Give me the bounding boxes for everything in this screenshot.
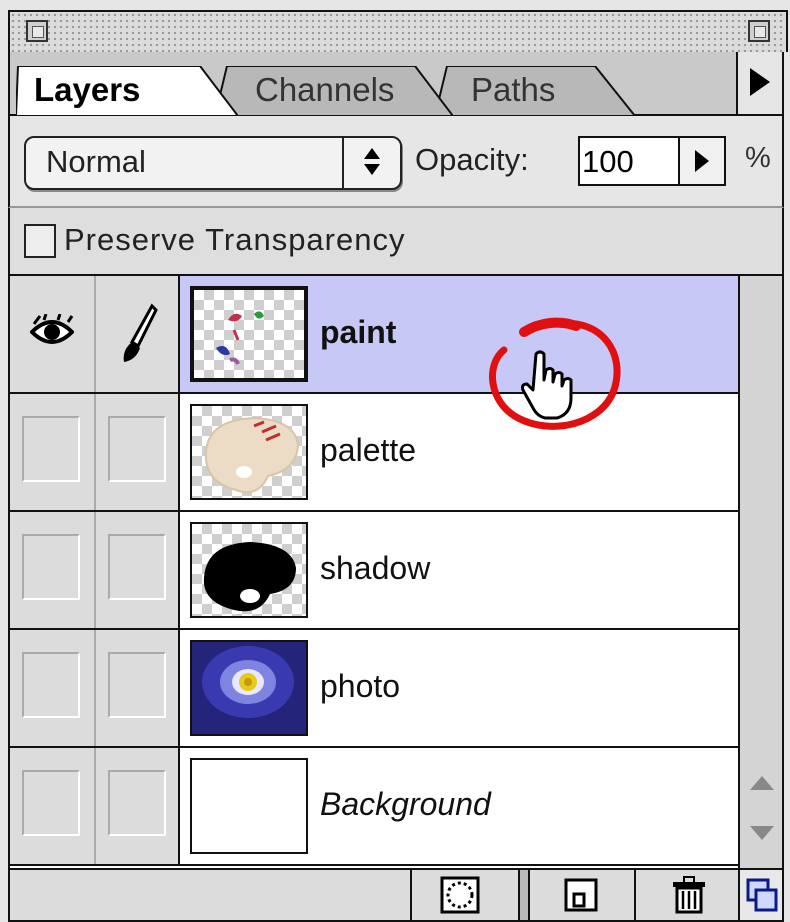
layer-name-cell[interactable]: Background [180,748,738,864]
preserve-transparency-row: Preserve Transparency [8,208,784,276]
blend-mode-value: Normal [46,144,146,179]
resize-icon [746,878,778,912]
visibility-toggle[interactable] [10,748,96,864]
blend-mode-select[interactable]: Normal [24,136,402,190]
layer-name-palette: palette [320,432,417,468]
paintbrush-icon [123,303,158,362]
eye-icon [30,314,74,344]
layer-name-shadow: shadow [320,550,431,586]
edit-lock-toggle[interactable] [96,512,180,628]
tab-layers-label: Layers [34,71,141,108]
zoom-box-icon[interactable] [748,20,770,42]
visibility-box [22,416,80,482]
layer-name-cell[interactable]: photo [180,630,738,746]
tab-paths[interactable]: Paths [435,66,635,116]
opacity-input[interactable]: 100 [578,136,680,186]
tab-paths-label: Paths [471,71,556,108]
visibility-box [22,770,80,836]
layer-thumbnail-paint [190,286,308,382]
select-arrows-icon [342,138,400,188]
brush-box [108,416,166,482]
delete-layer-button[interactable] [634,870,742,920]
tab-bar: Paths Channels Layers [8,52,784,116]
brush-box [108,534,166,600]
palette-title-bar[interactable] [8,10,788,52]
close-box-icon[interactable] [26,20,48,42]
layer-thumbnail-photo [190,640,308,736]
preserve-transparency-checkbox[interactable] [24,224,56,258]
palette-bottom-toolbar [8,868,784,922]
opacity-label: Opacity: [415,142,529,177]
edit-lock-toggle[interactable] [96,394,180,510]
scroll-up-arrow-icon[interactable] [750,776,774,790]
layer-name-cell[interactable]: paint [180,276,738,392]
visibility-toggle[interactable] [10,512,96,628]
visibility-toggle[interactable] [10,276,96,392]
layer-name-cell[interactable]: shadow [180,512,738,628]
tab-channels-label: Channels [255,71,395,108]
brush-box [108,770,166,836]
visibility-box [22,534,80,600]
new-layer-icon [564,878,598,912]
layer-row-photo[interactable]: photo [10,630,738,748]
visibility-box [22,652,80,718]
layer-list: paint palette shadow photo Background [8,276,740,868]
resize-handle[interactable] [738,870,782,920]
layers-palette: Paths Channels Layers Normal Opacity: 10… [0,0,790,922]
opacity-slider-arrow-icon[interactable] [680,136,726,186]
blend-options-row: Normal Opacity: 100 % [8,116,784,208]
mask-icon [440,876,480,914]
edit-lock-toggle[interactable] [96,276,180,392]
pointer-hand-icon [521,350,573,420]
vertical-scrollbar[interactable] [740,276,784,868]
palette-menu-arrow-icon[interactable] [736,52,782,114]
layer-name-background: Background [320,786,491,822]
tab-layers[interactable]: Layers [16,66,238,116]
layer-thumbnail-shadow [190,522,308,618]
trash-icon [673,876,705,914]
scroll-down-arrow-icon[interactable] [750,826,774,840]
visibility-toggle[interactable] [10,630,96,746]
click-annotation [489,317,621,430]
toolbar-divider [518,870,528,920]
layer-mask-button[interactable] [410,870,518,920]
brush-box [108,652,166,718]
layer-thumbnail-background [190,758,308,854]
preserve-transparency-label: Preserve Transparency [64,222,406,257]
edit-lock-toggle[interactable] [96,748,180,864]
layer-name-cell[interactable]: palette [180,394,738,510]
new-layer-button[interactable] [528,870,634,920]
visibility-toggle[interactable] [10,394,96,510]
layer-row-background[interactable]: Background [10,748,738,866]
percent-sign: % [745,142,771,174]
layer-name-photo: photo [320,668,401,704]
layer-name-paint: paint [320,314,397,350]
tab-channels[interactable]: Channels [215,66,453,116]
edit-lock-toggle[interactable] [96,630,180,746]
layer-thumbnail-palette [190,404,308,500]
layer-row-shadow[interactable]: shadow [10,512,738,630]
